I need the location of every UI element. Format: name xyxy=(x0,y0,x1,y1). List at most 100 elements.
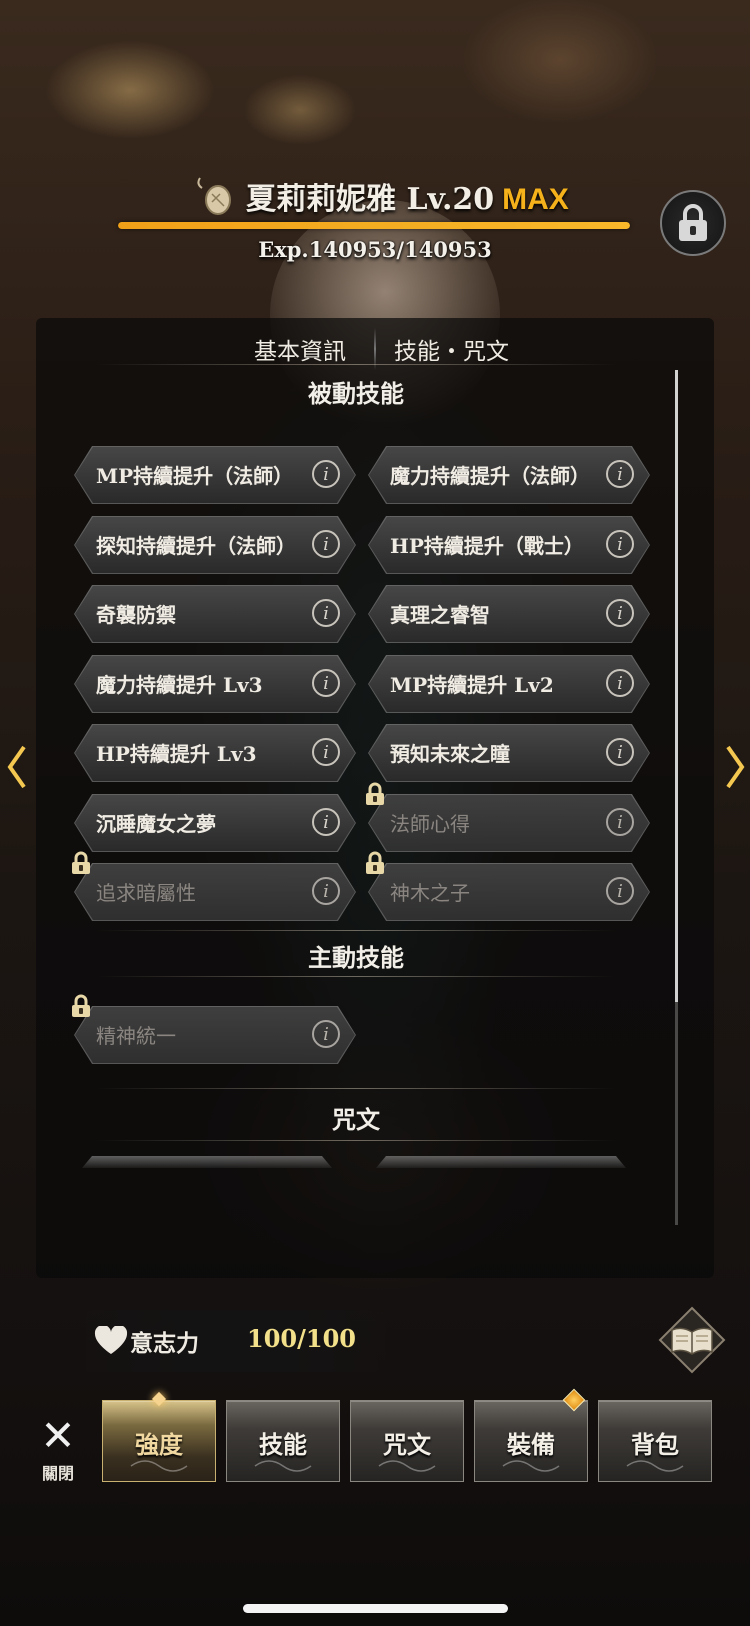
info-icon[interactable]: i xyxy=(606,738,634,766)
skill-card[interactable]: HP持續提升 Lv3 i xyxy=(74,724,356,782)
skill-label: 沉睡魔女之夢 xyxy=(96,812,216,836)
info-icon[interactable]: i xyxy=(312,808,340,836)
divider xyxy=(96,1140,616,1141)
scrollbar[interactable] xyxy=(675,370,678,1225)
skill-card[interactable]: MP持續提升 Lv2 i xyxy=(368,655,650,713)
skill-label: HP持續提升（戰士） xyxy=(390,534,584,558)
skill-label: HP持續提升 Lv3 xyxy=(96,742,257,766)
close-icon: ✕ xyxy=(40,1411,76,1460)
character-name: 夏莉莉妮雅 Lv.20 MAX xyxy=(246,174,569,218)
info-icon[interactable]: i xyxy=(312,738,340,766)
skill-card[interactable]: 魔力持續提升（法師） i xyxy=(368,446,650,504)
nav-button[interactable]: 強度 xyxy=(102,1391,216,1482)
skill-card[interactable]: 法師心得 i xyxy=(368,794,650,852)
character-level: Lv.20 xyxy=(406,182,495,217)
close-button[interactable]: ✕ 關閉 xyxy=(34,1414,82,1486)
skill-label: 精神統一 xyxy=(96,1024,176,1048)
info-icon[interactable]: i xyxy=(312,1020,340,1048)
padlock-icon xyxy=(70,994,92,1018)
tab-basic-info[interactable]: 基本資訊 xyxy=(254,332,346,366)
divider xyxy=(96,364,616,365)
max-level-label: MAX xyxy=(502,183,569,216)
info-icon[interactable]: i xyxy=(606,669,634,697)
info-icon[interactable]: i xyxy=(606,599,634,627)
divider xyxy=(96,976,616,977)
skill-label: 探知持續提升（法師） xyxy=(96,534,296,558)
skill-label: MP持續提升（法師） xyxy=(96,464,294,488)
nav-button-label: 技能 xyxy=(259,1430,307,1459)
padlock-icon xyxy=(679,204,707,241)
skill-card[interactable]: HP持續提升（戰士） i xyxy=(368,516,650,574)
ornament-icon xyxy=(626,1460,684,1472)
skill-card[interactable]: 神木之子 i xyxy=(368,863,650,921)
info-icon[interactable]: i xyxy=(312,460,340,488)
nav-button[interactable]: 技能 xyxy=(226,1400,340,1482)
skill-card[interactable]: 探知持續提升（法師） i xyxy=(74,516,356,574)
home-indicator[interactable] xyxy=(243,1604,508,1613)
skill-card[interactable]: 魔力持續提升 Lv3 i xyxy=(74,655,356,713)
passive-skills-title: 被動技能 xyxy=(308,379,404,408)
class-emblem-icon xyxy=(197,177,231,215)
skill-card[interactable]: 預知未來之瞳 i xyxy=(368,724,650,782)
nav-button-label: 咒文 xyxy=(383,1430,431,1459)
skill-label: 真理之睿智 xyxy=(390,603,490,627)
active-skills-title: 主動技能 xyxy=(308,943,404,972)
prev-character-arrow-icon[interactable] xyxy=(6,745,28,789)
nav-button[interactable]: 背包 xyxy=(598,1400,712,1482)
skill-label: 法師心得 xyxy=(390,812,470,836)
skill-card[interactable]: 追求暗屬性 i xyxy=(74,863,356,921)
ornament-icon xyxy=(130,1460,188,1472)
skill-card[interactable]: 精神統一 i xyxy=(74,1006,356,1064)
info-icon[interactable]: i xyxy=(606,530,634,558)
ornament-icon xyxy=(254,1460,312,1472)
skill-label: 神木之子 xyxy=(390,881,470,905)
nav-button-label: 裝備 xyxy=(507,1430,555,1459)
info-icon[interactable]: i xyxy=(312,877,340,905)
ornament-icon xyxy=(502,1460,560,1472)
spell-slot-partial[interactable] xyxy=(82,1156,332,1168)
book-icon[interactable] xyxy=(656,1304,728,1376)
close-label: 關閉 xyxy=(41,1464,74,1483)
info-icon[interactable]: i xyxy=(312,599,340,627)
skill-card[interactable]: 奇襲防禦 i xyxy=(74,585,356,643)
next-character-arrow-icon[interactable] xyxy=(724,745,746,789)
character-name-text: 夏莉莉妮雅 xyxy=(246,182,396,217)
nav-button[interactable]: 裝備 xyxy=(474,1400,588,1482)
skill-label: 預知未來之瞳 xyxy=(390,742,510,766)
character-header: 夏莉莉妮雅 Lv.20 MAX Exp.140953/140953 xyxy=(0,160,750,270)
skill-label: 魔力持續提升（法師） xyxy=(390,464,590,488)
panel-tabs: 基本資訊 技能・咒文 xyxy=(36,326,714,374)
tab-skills-spells[interactable]: 技能・咒文 xyxy=(394,332,509,366)
spells-title: 咒文 xyxy=(332,1105,380,1134)
skill-card[interactable]: 沉睡魔女之夢 i xyxy=(74,794,356,852)
scrollbar-thumb[interactable] xyxy=(675,370,678,1002)
exp-bar xyxy=(118,222,630,229)
padlock-icon xyxy=(364,782,386,806)
will-label: 意志力 xyxy=(130,1330,199,1357)
divider xyxy=(96,1088,616,1089)
info-icon[interactable]: i xyxy=(606,460,634,488)
divider xyxy=(96,930,616,931)
info-icon[interactable]: i xyxy=(312,530,340,558)
will-value: 100/100 xyxy=(247,1324,356,1353)
exp-bar-fill xyxy=(118,222,630,229)
skill-label: MP持續提升 Lv2 xyxy=(390,673,554,697)
lock-button[interactable] xyxy=(660,190,726,256)
padlock-icon xyxy=(70,851,92,875)
ornament-icon xyxy=(378,1460,436,1472)
skill-label: 魔力持續提升 Lv3 xyxy=(96,673,263,697)
nav-button[interactable]: 咒文 xyxy=(350,1400,464,1482)
skill-card[interactable]: 真理之睿智 i xyxy=(368,585,650,643)
skill-card[interactable]: MP持續提升（法師） i xyxy=(74,446,356,504)
exp-text: Exp.140953/140953 xyxy=(258,237,492,262)
nav-button-label: 背包 xyxy=(631,1430,679,1459)
info-icon[interactable]: i xyxy=(312,669,340,697)
skill-label: 追求暗屬性 xyxy=(96,881,196,905)
padlock-icon xyxy=(364,851,386,875)
info-icon[interactable]: i xyxy=(606,877,634,905)
skills-panel: 基本資訊 技能・咒文 被動技能 MP持續提升（法師） i 魔力持續提升（法師） i 探知… xyxy=(36,318,714,1278)
info-icon[interactable]: i xyxy=(606,808,634,836)
spell-slot-partial[interactable] xyxy=(376,1156,626,1168)
nav-button-label: 強度 xyxy=(135,1430,183,1459)
skill-label: 奇襲防禦 xyxy=(96,603,176,627)
